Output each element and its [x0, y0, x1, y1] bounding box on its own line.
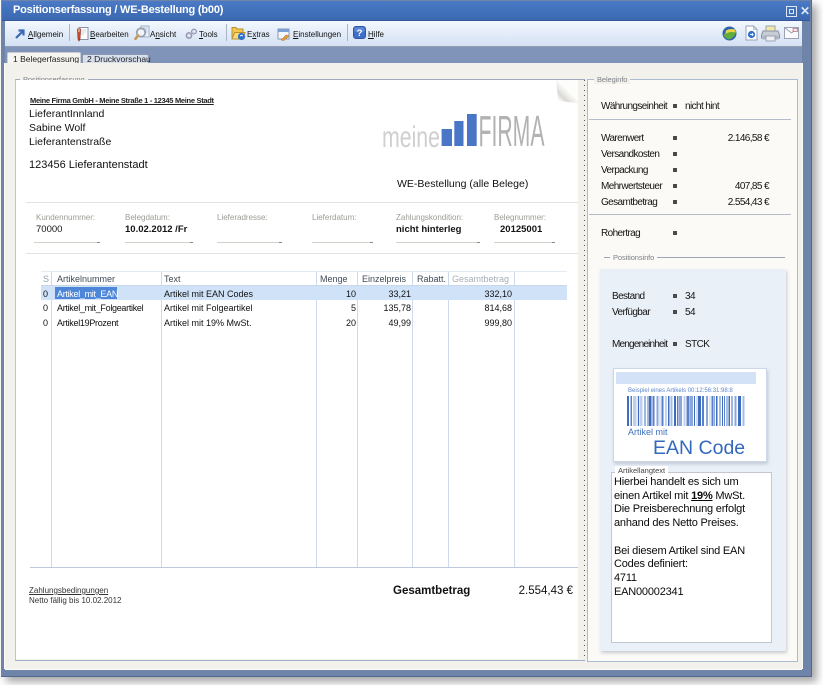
svg-text:meine: meine [382, 121, 440, 150]
svg-text:?: ? [357, 28, 363, 39]
svg-text:FIRMA: FIRMA [479, 108, 545, 150]
